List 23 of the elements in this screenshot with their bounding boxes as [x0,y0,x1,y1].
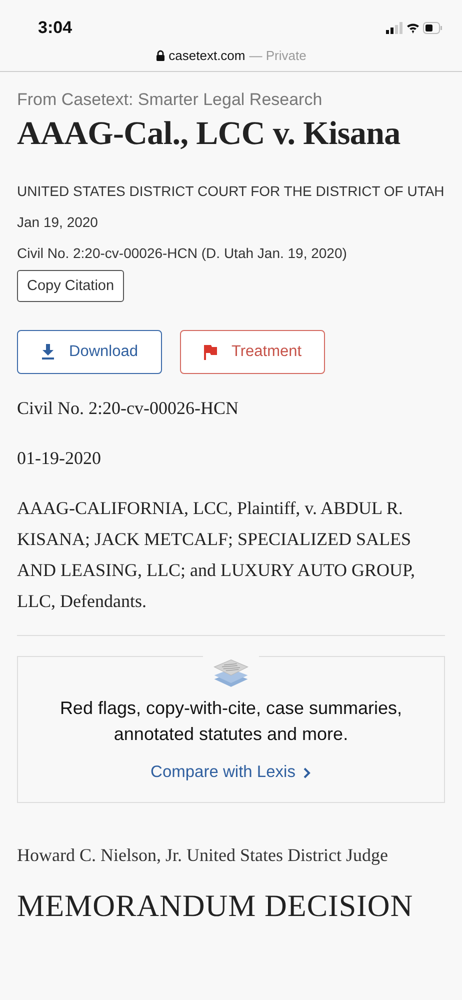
download-button[interactable]: Download [17,330,162,374]
chevron-right-icon [303,766,312,778]
status-time: 3:04 [38,18,72,38]
citation-text: Civil No. 2:20-cv-00026-HCN (D. Utah Jan. 19, 2020) [17,244,348,263]
case-title: AAAG-Cal., LCC v. Kisana [17,116,402,153]
compare-link[interactable]: Compare with Lexis [150,763,312,782]
flag-icon [203,344,218,360]
body-paragraph: AAAG-CALIFORNIA, LCC, Plaintiff, v. ABDUL R. KISANA; JACK METCALF; SPECIALIZED SALES AND LEASING, LLC; and LUXURY AUTO GROUP, LLC, Defendants. [17,497,416,613]
section-heading: MEMORANDUM DECISION [17,888,414,924]
body-paragraph: Civil No. 2:20-cv-00026-HCN [17,397,240,420]
treatment-button[interactable]: Treatment [180,330,325,374]
copy-citation-button[interactable]: Copy Citation [17,270,124,302]
case-date: Jan 19, 2020 [17,213,99,232]
url-domain[interactable]: casetext.com [168,48,246,63]
promo-text: Red flags, copy-with-cite, case summaries, annotated statutes and more. [58,697,404,746]
download-icon [41,344,56,360]
private-label: — Private [249,48,306,63]
lock-icon [156,50,165,61]
judge-line: Howard C. Nielson, Jr. United States District Judge [17,845,389,866]
body-paragraph: 01-19-2020 [17,447,102,470]
court-name: UNITED STATES DISTRICT COURT FOR THE DISTRICT OF UTAH [17,182,445,201]
source-line: From Casetext: Smarter Legal Research [17,90,324,110]
status-icons [386,21,442,35]
